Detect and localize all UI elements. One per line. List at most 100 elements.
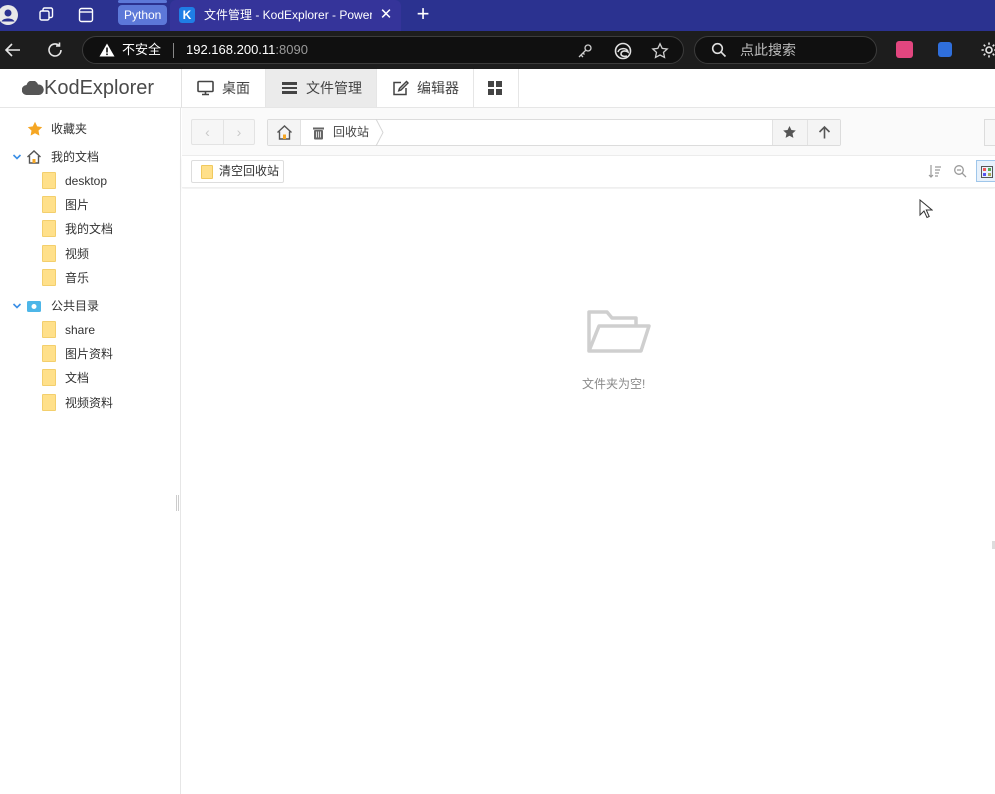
url-text[interactable]: 192.168.200.11:8090 — [186, 37, 308, 63]
star-icon — [783, 126, 796, 138]
profile-avatar-icon[interactable] — [0, 5, 18, 25]
security-label[interactable]: 不安全 — [122, 37, 161, 63]
path-address[interactable]: 回收站 — [267, 119, 841, 146]
desktop-icon — [197, 80, 214, 96]
breadcrumb-separator — [375, 119, 384, 146]
grid-view-icon — [981, 166, 993, 178]
nav-desktop-label: 桌面 — [222, 80, 250, 96]
search-placeholder: 点此搜索 — [740, 42, 796, 58]
tree-item-videos[interactable]: 视频 — [0, 243, 180, 265]
empty-folder-icon — [587, 310, 651, 353]
zoom-icon[interactable] — [953, 164, 967, 178]
tree-item-music[interactable]: 音乐 — [0, 267, 180, 289]
search-field-stub[interactable] — [984, 119, 995, 146]
tree-item-desktop[interactable]: desktop — [0, 170, 180, 192]
folder-icon — [42, 369, 56, 386]
folder-icon — [42, 321, 56, 338]
nav-editor-label: 编辑器 — [417, 80, 459, 96]
cloud-logo-icon — [22, 81, 44, 95]
app-logo[interactable]: KodExplorer — [22, 69, 154, 107]
folder-icon — [201, 165, 213, 179]
nav-file-manager-label: 文件管理 — [306, 80, 362, 96]
edge-feature-icon[interactable] — [614, 42, 632, 60]
empty-recycle-bin-button[interactable]: 清空回收站 — [191, 160, 284, 183]
chevron-down-icon[interactable] — [12, 152, 22, 162]
nav-desktop[interactable]: 桌面 — [182, 69, 266, 107]
tree-item-documents[interactable]: 我的文档 — [0, 218, 180, 240]
tab-group-label[interactable]: Python — [118, 0, 168, 25]
sort-icon[interactable] — [928, 164, 942, 178]
tree-label: 视频 — [65, 247, 90, 261]
tree-item-public[interactable]: 公共目录 — [0, 295, 180, 317]
favorites-star-icon — [27, 121, 43, 136]
app-logo-text: KodExplorer — [44, 77, 155, 99]
nav-file-manager[interactable]: 文件管理 — [266, 69, 377, 107]
tree-label: 我的文档 — [65, 222, 114, 236]
breadcrumb-label: 回收站 — [333, 125, 370, 139]
browser-search-box[interactable]: 点此搜索 — [694, 36, 877, 64]
refresh-icon[interactable] — [45, 40, 65, 60]
tree-label: 音乐 — [65, 271, 90, 285]
mouse-cursor-icon — [919, 199, 933, 219]
key-icon[interactable] — [576, 42, 594, 60]
address-bar[interactable]: 不安全 192.168.200.11:8090 — [82, 36, 684, 64]
chevron-down-icon[interactable] — [12, 301, 22, 311]
action-toolbar: 清空回收站 — [182, 156, 995, 188]
home-icon — [277, 125, 292, 140]
editor-icon — [393, 80, 409, 96]
translate-extension-icon[interactable] — [896, 41, 913, 58]
favorite-star-icon[interactable] — [651, 42, 669, 60]
app-header: KodExplorer 桌面 文件管理 编辑器 — [0, 69, 995, 108]
tree-item-favorites[interactable]: 收藏夹 — [0, 118, 180, 140]
tree-label: 收藏夹 — [51, 122, 88, 136]
folder-icon — [42, 172, 56, 189]
view-mode-toggle[interactable] — [976, 160, 995, 182]
path-favorite-button[interactable] — [773, 120, 806, 145]
tree-item-my-documents[interactable]: 我的文档 — [0, 146, 180, 168]
nav-editor[interactable]: 编辑器 — [377, 69, 474, 107]
tab-actions-icon[interactable] — [76, 5, 96, 25]
browser-toolbar: 不安全 192.168.200.11:8090 点此搜索 — [0, 31, 995, 69]
history-back-icon[interactable]: ‹ — [192, 120, 223, 144]
home-icon — [27, 150, 41, 164]
folder-icon — [42, 345, 56, 362]
empty-folder-message: 文件夹为空! — [582, 377, 646, 391]
reader-extension-icon[interactable] — [938, 42, 952, 57]
tree-label: 文档 — [65, 371, 90, 385]
tab-close-icon[interactable]: ✕ — [377, 6, 395, 24]
tree-label: 公共目录 — [51, 299, 100, 313]
warning-icon[interactable] — [99, 43, 115, 57]
breadcrumb-recycle-bin[interactable]: 回收站 — [301, 119, 384, 146]
history-nav: ‹ › — [191, 119, 255, 145]
recycle-bin-icon — [313, 127, 324, 140]
new-tab-icon[interactable]: + — [412, 3, 434, 26]
tree-item-share[interactable]: share — [0, 319, 180, 341]
url-host: 192.168.200.11 — [186, 42, 276, 57]
search-icon — [711, 42, 727, 58]
public-folder-icon — [27, 301, 41, 312]
tree-item-picture-assets[interactable]: 图片资料 — [0, 343, 180, 365]
folder-icon — [42, 269, 56, 286]
back-icon[interactable] — [3, 40, 23, 60]
tree-item-docs[interactable]: 文档 — [0, 367, 180, 389]
file-manager-icon — [282, 82, 297, 94]
settings-gear-icon[interactable] — [980, 41, 995, 59]
nav-apps[interactable] — [474, 69, 519, 107]
file-list-area[interactable]: 文件夹为空! — [182, 189, 995, 794]
arrow-up-icon — [818, 125, 831, 139]
sidebar-resize-handle[interactable] — [176, 495, 179, 511]
tree-item-video-assets[interactable]: 视频资料 — [0, 392, 180, 414]
url-port: :8090 — [275, 42, 308, 57]
active-tab[interactable]: K 文件管理 - KodExplorer - Powered ✕ — [170, 0, 401, 31]
apps-grid-icon — [488, 81, 502, 95]
history-forward-icon[interactable]: › — [223, 120, 254, 144]
sidebar-tree: 收藏夹 我的文档 desktop 图片 我的文档 视频 音乐 公共目录 shar… — [0, 108, 181, 794]
browser-tab-bar: Python K 文件管理 - KodExplorer - Powered ✕ … — [0, 0, 995, 31]
path-up-button[interactable] — [807, 120, 840, 145]
tree-label: 图片资料 — [65, 347, 114, 361]
tree-item-pictures[interactable]: 图片 — [0, 194, 180, 216]
path-home-button[interactable] — [268, 120, 301, 145]
folder-icon — [42, 196, 56, 213]
folder-icon — [42, 394, 56, 411]
workspaces-icon[interactable] — [36, 5, 56, 25]
